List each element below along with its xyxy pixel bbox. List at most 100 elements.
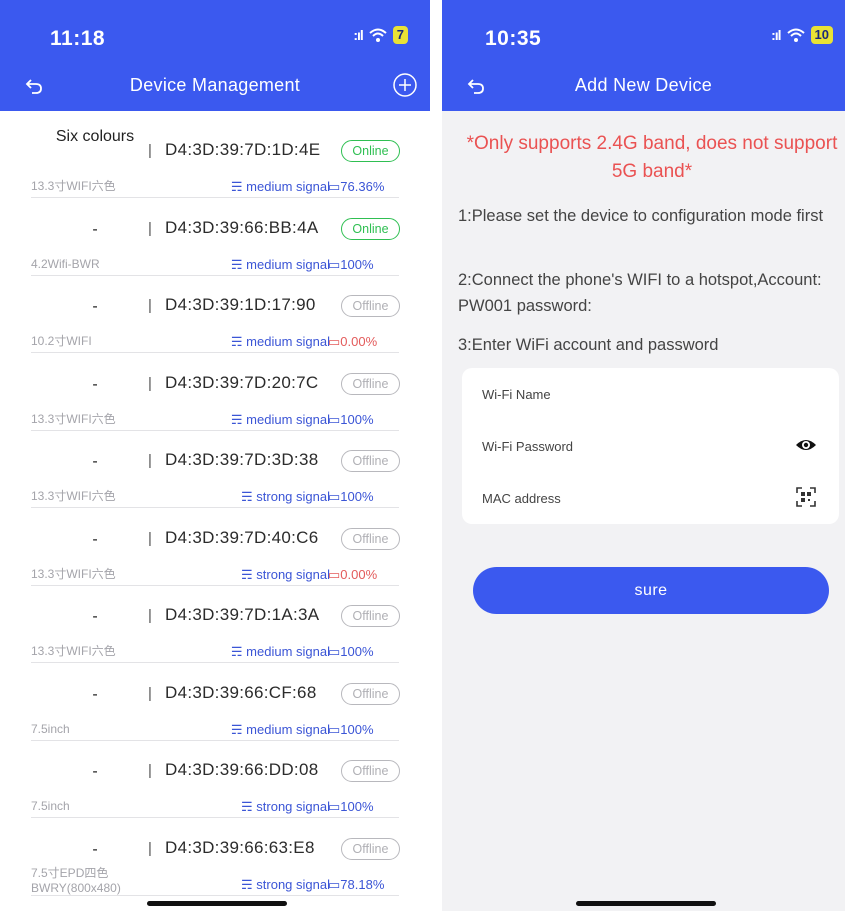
signal-label: medium signal: [246, 256, 330, 272]
status-badge: Online: [341, 140, 400, 162]
device-row[interactable]: - | D4:3D:39:66:BB:4A Online 4.2Wifi-BWR ☴ me…: [0, 199, 430, 276]
device-row[interactable]: - | D4:3D:39:7D:40:C6 Offline 13.3寸WIFI六色 ☴ s…: [0, 509, 430, 586]
device-row[interactable]: Six colours | D4:3D:39:7D:1D:4E Online 13.3寸…: [0, 121, 430, 198]
battery-icon: ▭: [328, 256, 341, 272]
add-device-icon[interactable]: [392, 72, 418, 98]
battery-level: ▭0.00%: [328, 567, 377, 583]
status-badge: Offline: [341, 372, 400, 395]
device-mac: D4:3D:39:7D:1A:3A: [165, 605, 320, 624]
device-model: 13.3寸WIFI六色: [31, 411, 116, 426]
battery-label: 100%: [340, 256, 374, 272]
device-row[interactable]: - | D4:3D:39:7D:1A:3A Offline 13.3寸WIFI六色 ☴ m…: [0, 586, 430, 663]
device-row[interactable]: - | D4:3D:39:66:CF:68 Offline 7.5inch ☴ mediu…: [0, 664, 430, 741]
name-separator: |: [148, 839, 152, 857]
wifi-icon: ☴: [241, 566, 257, 582]
add-device-screen: 10:35 :ıl 10 Add New Device *Only suppor…: [442, 0, 845, 911]
device-mac: D4:3D:39:66:CF:68: [165, 682, 317, 702]
signal-strength: ☴ strong signal: [200, 799, 330, 815]
status-time: 11:18: [50, 27, 106, 50]
signal-label: strong signal: [256, 489, 330, 504]
device-model: 13.3寸WIFI六色: [31, 489, 116, 503]
name-separator: |: [148, 374, 152, 392]
cellular-icon: :ıl: [353, 27, 364, 43]
signal-label: medium signal: [246, 721, 330, 737]
device-model: 13.3寸WIFI六色: [31, 179, 116, 193]
signal-label: strong signal: [256, 876, 330, 892]
status-time: 10:35: [485, 27, 542, 50]
status-badge: Offline: [341, 527, 400, 550]
status-badge: Offline: [341, 837, 400, 860]
battery-icon: ▭: [328, 721, 341, 737]
device-row[interactable]: - | D4:3D:39:7D:3D:38 Offline 13.3寸WIFI六色 ☴ s…: [0, 431, 430, 508]
device-mac: D4:3D:39:66:DD:08: [165, 760, 319, 779]
page-title: Device Management: [129, 75, 301, 95]
battery-level: ▭76.36%: [328, 179, 384, 195]
battery-label: 100%: [340, 411, 374, 427]
status-badge: Offline: [341, 682, 400, 705]
wifi-icon: [369, 28, 387, 42]
status-badge: Online: [341, 217, 400, 240]
signal-strength: ☴ strong signal: [200, 567, 330, 583]
signal-strength: ☴ medium signal: [200, 334, 330, 350]
battery-icon: ▭: [328, 411, 341, 427]
device-management-screen: 11:18 :ıl 7 Device Management Six colour…: [0, 0, 430, 911]
device-model: 10.2寸WIFI: [31, 334, 92, 348]
header-bar: 11:18 :ıl 7 Device Management: [0, 0, 430, 111]
battery-indicator: 7: [392, 26, 408, 44]
device-mac: D4:3D:39:66:63:E8: [165, 837, 315, 857]
wifi-icon: ☴: [230, 644, 247, 659]
status-icons: :ıl 10: [771, 26, 833, 44]
battery-icon: ▭: [328, 566, 341, 582]
step-2: 2:Connect the phone's WIFI to a hotspot,…: [458, 271, 822, 315]
qr-scan-icon[interactable]: [795, 486, 817, 508]
battery-icon: ▭: [328, 876, 341, 892]
battery-label: 0.00%: [340, 566, 378, 582]
sure-button[interactable]: sure: [473, 567, 829, 614]
wifi-icon: ☴: [230, 179, 247, 194]
device-name: -: [92, 763, 98, 780]
step-3: 3:Enter WiFi account and password: [458, 336, 719, 354]
battery-level: ▭100%: [328, 799, 374, 815]
battery-icon: ▭: [328, 334, 341, 349]
signal-label: strong signal: [256, 799, 330, 814]
battery-label: 100%: [340, 721, 374, 737]
wifi-password-field[interactable]: Wi-Fi Password: [482, 439, 573, 454]
wifi-icon: ☴: [241, 799, 257, 814]
divider: [31, 894, 399, 896]
device-row[interactable]: - | D4:3D:39:1D:17:90 Offline 10.2寸WIFI ☴ med…: [0, 276, 430, 353]
header-bar: 10:35 :ıl 10 Add New Device: [442, 0, 845, 111]
device-mac: D4:3D:39:7D:3D:38: [165, 450, 319, 469]
device-name: -: [92, 530, 98, 548]
device-row[interactable]: - | D4:3D:39:7D:20:7C Offline 13.3寸WIFI六色 ☴ m…: [0, 354, 430, 431]
device-name: -: [92, 608, 98, 625]
device-name: -: [92, 840, 98, 858]
eye-icon[interactable]: [795, 434, 817, 456]
signal-label: medium signal: [246, 411, 330, 427]
band-notice: *Only supports 2.4G band, does not suppo…: [466, 133, 838, 182]
mac-address-field[interactable]: MAC address: [482, 491, 561, 506]
device-row[interactable]: - | D4:3D:39:66:63:E8 Offline 7.5寸EPD四色 BWRY…: [0, 819, 430, 896]
device-name: Six colours: [55, 128, 135, 145]
signal-strength: ☴ medium signal: [200, 644, 330, 660]
wifi-icon: ☴: [241, 489, 257, 504]
status-icons: :ıl 7: [353, 26, 408, 44]
step-1: 1:Please set the device to configuration…: [458, 207, 824, 225]
battery-indicator: 10: [810, 26, 833, 44]
battery-level: ▭0.00%: [328, 334, 377, 350]
device-mac: D4:3D:39:66:BB:4A: [165, 217, 319, 237]
device-model: 13.3寸WIFI六色: [31, 566, 116, 581]
cellular-icon: :ıl: [771, 27, 782, 43]
device-row[interactable]: - | D4:3D:39:66:DD:08 Offline 7.5inch ☴ stron…: [0, 741, 430, 818]
battery-icon: ▭: [328, 179, 341, 194]
home-indicator: [147, 901, 287, 906]
battery-label: 100%: [340, 644, 374, 659]
wifi-icon: ☴: [230, 721, 247, 737]
battery-level: ▭100%: [328, 722, 374, 738]
device-model: 7.5inch: [31, 799, 70, 813]
battery-label: 78.18%: [340, 876, 385, 892]
signal-label: medium signal: [246, 644, 330, 659]
status-badge: Offline: [341, 605, 400, 627]
device-model: 4.2Wifi-BWR: [31, 256, 100, 271]
name-separator: |: [148, 452, 152, 469]
wifi-name-field[interactable]: Wi-Fi Name: [482, 387, 551, 402]
